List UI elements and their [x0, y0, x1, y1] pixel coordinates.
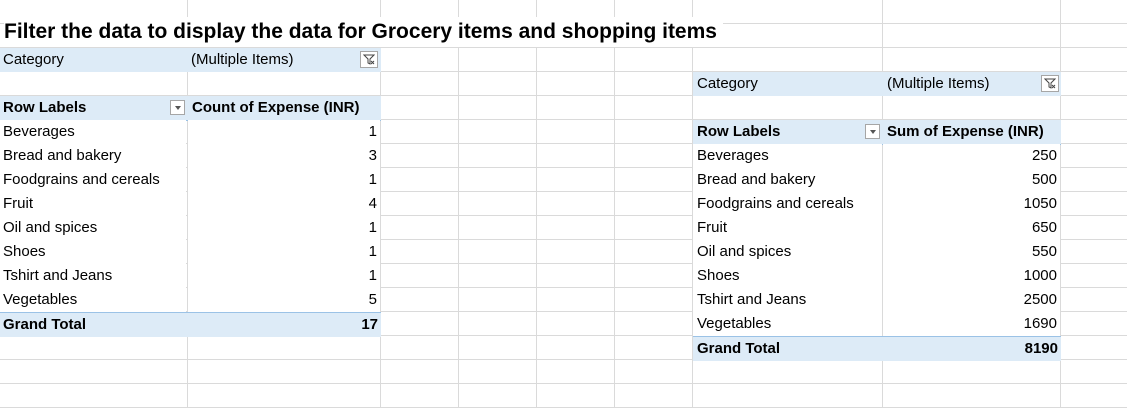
row-label: Foodgrains and cereals	[693, 192, 882, 216]
value-header: Count of Expense (INR)	[192, 99, 360, 116]
sheet-title: Filter the data to display the data for …	[4, 17, 723, 47]
table-row[interactable]: Fruit 650	[693, 216, 1061, 240]
row-label: Tshirt and Jeans	[693, 288, 882, 312]
filter-label: Category	[697, 75, 758, 92]
grand-total-value: 17	[361, 316, 378, 333]
table-row[interactable]: Oil and spices 550	[693, 240, 1061, 264]
row-value: 4	[188, 192, 380, 216]
category-filter-button[interactable]	[360, 51, 378, 68]
table-row[interactable]: Bread and bakery 3	[0, 144, 381, 168]
table-row[interactable]: Oil and spices 1	[0, 216, 381, 240]
table-row[interactable]: Bread and bakery 500	[693, 168, 1061, 192]
row-label: Beverages	[0, 120, 186, 144]
row-value: 5	[188, 288, 380, 312]
row-value: 1	[188, 216, 380, 240]
pivot-header-row: Row Labels Sum of Expense (INR)	[693, 120, 1061, 145]
table-row[interactable]: Beverages 250	[693, 144, 1061, 168]
table-row[interactable]: Shoes 1000	[693, 264, 1061, 288]
category-filter-button[interactable]	[1041, 75, 1059, 92]
grand-total-row[interactable]: Grand Total 17	[0, 312, 381, 337]
value-header: Sum of Expense (INR)	[887, 123, 1044, 140]
row-label: Beverages	[693, 144, 882, 168]
row-labels-dropdown[interactable]	[170, 100, 185, 115]
pivot-filter-row: Category (Multiple Items)	[693, 72, 1061, 96]
row-value: 1050	[883, 192, 1060, 216]
filter-value[interactable]: (Multiple Items)	[883, 72, 1033, 96]
table-row[interactable]: Vegetables 5	[0, 288, 381, 312]
row-label: Bread and bakery	[693, 168, 882, 192]
row-label: Bread and bakery	[0, 144, 186, 168]
table-row[interactable]: Vegetables 1690	[693, 312, 1061, 336]
table-row[interactable]: Shoes 1	[0, 240, 381, 264]
pivot-header-row: Row Labels Count of Expense (INR)	[0, 96, 381, 121]
funnel-filter-icon	[1044, 78, 1056, 89]
row-value: 550	[883, 240, 1060, 264]
row-value: 1	[188, 240, 380, 264]
table-row[interactable]: Foodgrains and cereals 1	[0, 168, 381, 192]
row-label: Oil and spices	[693, 240, 882, 264]
pivot-table-sum[interactable]: Category (Multiple Items) Row Labels Sum…	[693, 72, 1061, 362]
row-value: 500	[883, 168, 1060, 192]
row-label: Fruit	[693, 216, 882, 240]
row-label: Oil and spices	[0, 216, 186, 240]
row-label: Shoes	[693, 264, 882, 288]
row-value: 2500	[883, 288, 1060, 312]
table-row[interactable]: Tshirt and Jeans 2500	[693, 288, 1061, 312]
table-row[interactable]: Fruit 4	[0, 192, 381, 216]
row-value: 250	[883, 144, 1060, 168]
row-labels-header: Row Labels	[3, 99, 87, 116]
funnel-filter-icon	[363, 54, 375, 65]
table-row[interactable]: Tshirt and Jeans 1	[0, 264, 381, 288]
filter-value[interactable]: (Multiple Items)	[188, 48, 358, 72]
table-row[interactable]: Foodgrains and cereals 1050	[693, 192, 1061, 216]
table-row[interactable]: Beverages 1	[0, 120, 381, 144]
pivot-table-count[interactable]: Category (Multiple Items) Row Labels Cou…	[0, 48, 381, 338]
row-label: Foodgrains and cereals	[0, 168, 186, 192]
grand-total-value: 8190	[1024, 340, 1058, 357]
pivot-filter-row: Category (Multiple Items)	[0, 48, 381, 72]
row-value: 1000	[883, 264, 1060, 288]
row-value: 1	[188, 120, 380, 144]
row-labels-header: Row Labels	[697, 123, 781, 140]
row-label: Fruit	[0, 192, 186, 216]
row-label: Vegetables	[693, 312, 882, 336]
row-value: 3	[188, 144, 380, 168]
row-value: 1	[188, 264, 380, 288]
row-labels-dropdown[interactable]	[865, 124, 880, 139]
grand-total-row[interactable]: Grand Total 8190	[693, 336, 1061, 361]
row-label: Shoes	[0, 240, 186, 264]
row-label: Tshirt and Jeans	[0, 264, 186, 288]
filter-label: Category	[3, 51, 64, 68]
grand-total-label: Grand Total	[3, 316, 87, 333]
row-value: 650	[883, 216, 1060, 240]
row-value: 1690	[883, 312, 1060, 336]
row-label: Vegetables	[0, 288, 186, 312]
grand-total-label: Grand Total	[697, 340, 781, 357]
row-value: 1	[188, 168, 380, 192]
